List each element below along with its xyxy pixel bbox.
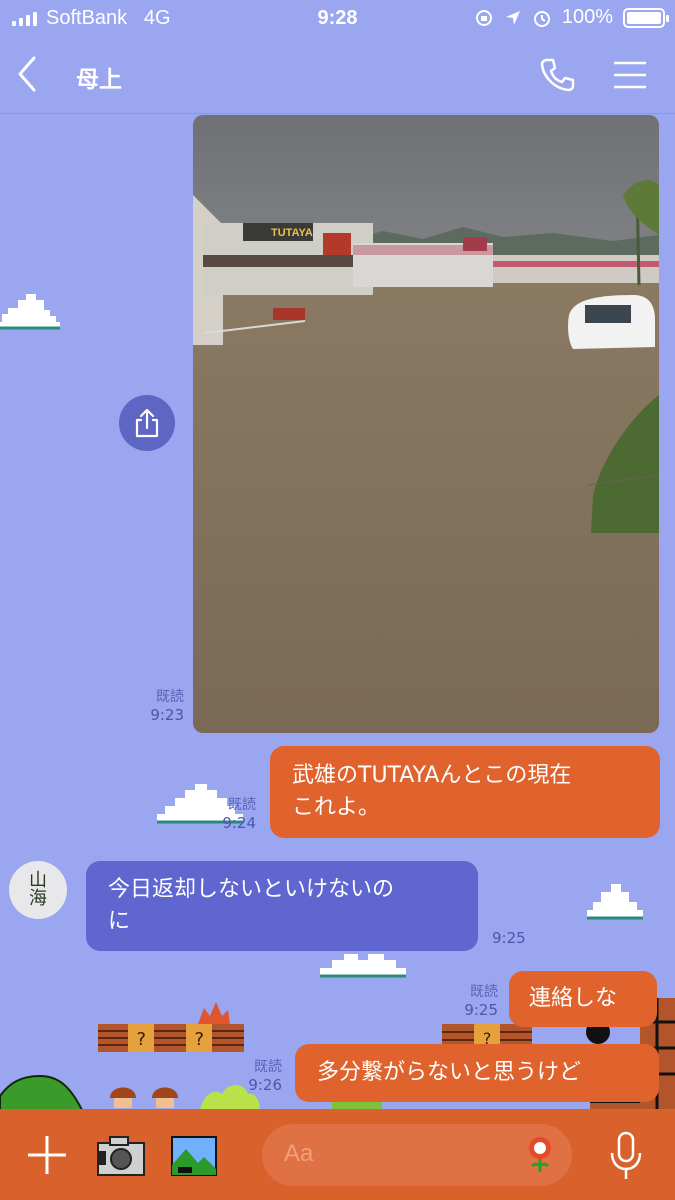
alarm-icon [533, 10, 550, 27]
cloud-decoration [587, 884, 643, 920]
share-icon [135, 408, 159, 438]
message-text: 多分繋がらないと思うけど [317, 1060, 582, 1085]
svg-text:?: ? [136, 1029, 147, 1050]
read-status: 既読 [254, 1059, 282, 1075]
read-status: 既読 [228, 797, 256, 813]
sticker-icon[interactable] [520, 1134, 560, 1174]
message-time: 9:26 [248, 1076, 282, 1094]
message-meta: 既読 9:26 [226, 1058, 282, 1094]
svg-text:?: ? [194, 1029, 205, 1050]
message-time: 9:25 [464, 1001, 498, 1019]
chat-title: 母上 [76, 67, 122, 93]
message-meta: 既読 9:25 [442, 983, 498, 1019]
menu-icon[interactable] [612, 60, 648, 90]
message-meta: 既読 9:24 [200, 796, 256, 832]
message-bubble-out[interactable]: 連絡しな [509, 971, 657, 1027]
battery-percent: 100% [561, 6, 613, 28]
message-bubble-in[interactable]: 今日返却しないといけないの に [86, 861, 478, 951]
microphone-icon[interactable] [608, 1131, 644, 1181]
location-icon [505, 10, 520, 25]
photo-message[interactable]: TUTAYA [193, 115, 659, 733]
brick-decoration: ? ? [98, 1002, 244, 1052]
message-meta: 既読 9:23 [130, 688, 184, 724]
goomba-decoration [110, 1087, 178, 1108]
message-text: 連絡しな [529, 986, 618, 1011]
share-button[interactable] [119, 395, 175, 451]
camera-icon[interactable] [96, 1135, 146, 1177]
back-icon[interactable] [12, 54, 42, 94]
message-bubble-out[interactable]: 多分繋がらないと思うけど [295, 1044, 659, 1102]
battery-icon [623, 7, 669, 28]
message-text: 武雄のTUTAYAんとこの現在 [292, 763, 572, 788]
rotation-lock-icon [475, 9, 492, 26]
message-input[interactable]: Aa [262, 1124, 572, 1186]
plus-icon[interactable] [26, 1134, 68, 1176]
cloud-decoration [0, 294, 60, 330]
avatar[interactable]: 山 海 [9, 861, 67, 919]
hill-decoration [0, 1074, 84, 1110]
message-text: これよ。 [292, 795, 381, 820]
store-sign: TUTAYA [271, 227, 313, 239]
input-placeholder: Aa [284, 1140, 314, 1167]
message-bubble-out[interactable]: 武雄のTUTAYAんとこの現在 これよ。 [270, 746, 660, 838]
message-time: 9:23 [150, 706, 184, 724]
phone-icon[interactable] [538, 56, 576, 94]
flood-photo: TUTAYA [193, 115, 659, 733]
message-time: 9:24 [222, 814, 256, 832]
message-time: 9:25 [492, 929, 526, 947]
image-icon[interactable] [170, 1135, 218, 1177]
message-text: 今日返却しないといけないの [108, 877, 395, 902]
read-status: 既読 [470, 984, 498, 1000]
read-status: 既読 [156, 689, 184, 705]
status-bar: SoftBank 4G 9:28 100% [0, 0, 675, 38]
message-text: に [108, 909, 131, 934]
chat-header: 母上 [0, 38, 675, 114]
cloud-decoration [320, 954, 406, 978]
input-bar: Aa [0, 1109, 675, 1200]
avatar-char: 海 [29, 888, 47, 909]
